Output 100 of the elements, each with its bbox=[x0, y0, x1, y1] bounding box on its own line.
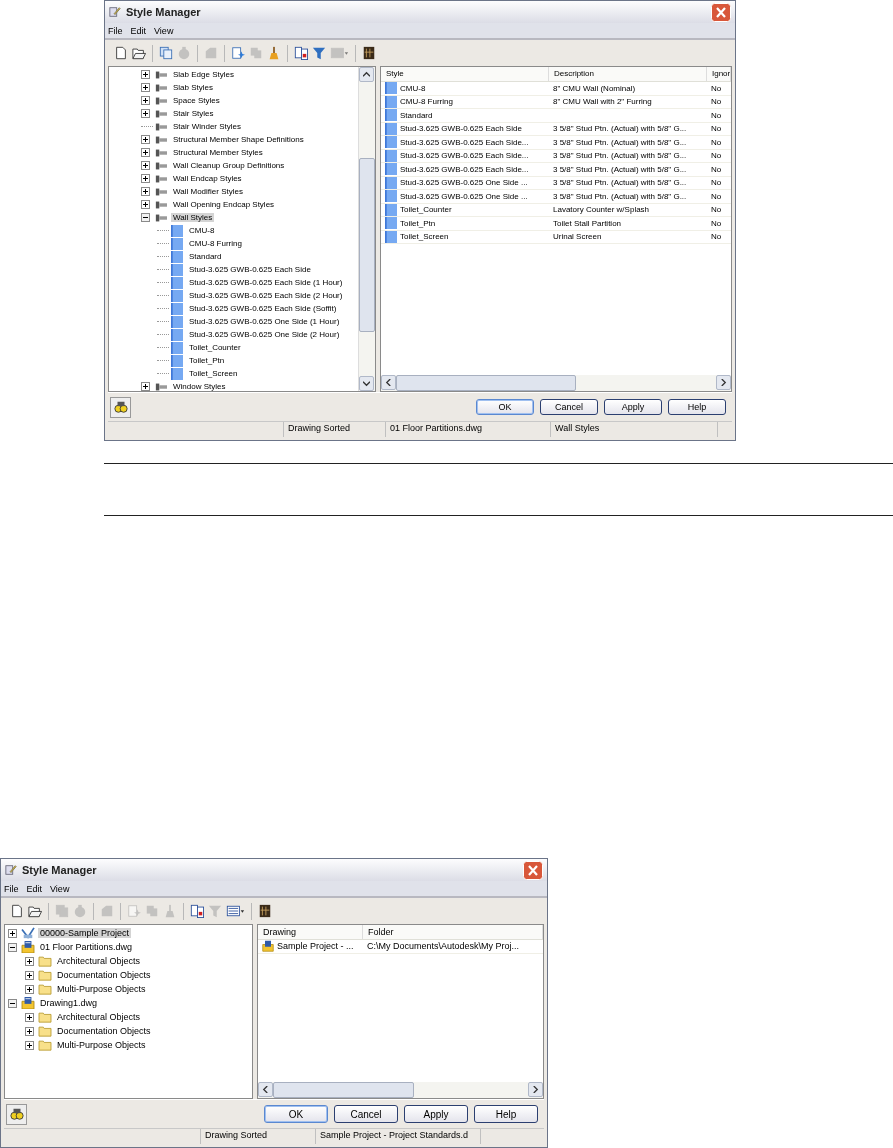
menu-item[interactable]: Edit bbox=[130, 25, 147, 36]
dialog-button[interactable]: Help bbox=[668, 399, 726, 415]
list-view-icon[interactable] bbox=[226, 904, 245, 918]
grid-book-icon[interactable] bbox=[362, 46, 376, 60]
tree-item[interactable]: Wall Modifier Styles bbox=[171, 187, 245, 196]
tree-item[interactable]: Stair Winder Styles bbox=[171, 122, 244, 131]
menu-item[interactable]: File bbox=[4, 883, 19, 894]
expand-toggle[interactable] bbox=[25, 1026, 34, 1036]
tree-item[interactable]: CMU-8 bbox=[187, 226, 217, 235]
tree-item[interactable]: Stud-3.625 GWB-0.625 One Side (2 Hour) bbox=[187, 330, 342, 339]
expand-toggle[interactable] bbox=[25, 1012, 34, 1022]
table-cell: Stud-3.625 GWB-0.625 Each Side bbox=[400, 124, 522, 134]
column-header[interactable]: Style bbox=[381, 67, 549, 81]
table-cell: Stud-3.625 GWB-0.625 One Side ... bbox=[400, 191, 528, 201]
column-header[interactable]: Folder bbox=[363, 925, 543, 939]
compare-pages-icon[interactable] bbox=[190, 904, 204, 918]
menu-item[interactable]: View bbox=[154, 25, 174, 36]
tree-item[interactable]: Wall Cleanup Group Definitions bbox=[171, 161, 287, 170]
open-folder-icon[interactable] bbox=[132, 46, 146, 60]
tree-item[interactable]: Stud-3.625 GWB-0.625 Each Side (1 Hour) bbox=[187, 278, 345, 287]
menu-item[interactable]: View bbox=[50, 883, 70, 894]
tree-item[interactable]: Toilet_Screen bbox=[187, 369, 240, 378]
funnel-icon[interactable] bbox=[312, 46, 326, 60]
new-document-icon[interactable] bbox=[114, 46, 128, 60]
tree-item[interactable]: Stud-3.625 GWB-0.625 Each Side (2 Hour) bbox=[187, 291, 345, 300]
column-header[interactable]: Ignor bbox=[707, 67, 731, 81]
tree-item[interactable]: Structural Member Styles bbox=[171, 148, 265, 157]
expand-toggle[interactable] bbox=[25, 984, 34, 994]
copy-icon[interactable] bbox=[159, 46, 173, 60]
tree-item[interactable]: Slab Edge Styles bbox=[171, 70, 236, 79]
sparkle-page-icon[interactable] bbox=[231, 46, 245, 60]
binoculars-button[interactable] bbox=[110, 396, 131, 418]
close-button[interactable] bbox=[711, 2, 731, 22]
expand-toggle[interactable] bbox=[141, 148, 150, 157]
expand-toggle[interactable] bbox=[141, 187, 150, 196]
expand-toggle[interactable] bbox=[141, 70, 150, 79]
open-folder-icon[interactable] bbox=[28, 904, 42, 918]
expand-toggle[interactable] bbox=[8, 928, 17, 938]
expand-toggle[interactable] bbox=[141, 135, 150, 144]
tree-item[interactable]: Structural Member Shape Definitions bbox=[171, 135, 306, 144]
tree-item[interactable]: Architectural Objects bbox=[55, 956, 143, 966]
tree-item[interactable]: Documentation Objects bbox=[55, 970, 153, 980]
grid-book-icon[interactable] bbox=[258, 904, 272, 918]
dialog-button[interactable]: Cancel bbox=[540, 399, 598, 415]
expand-toggle[interactable] bbox=[141, 109, 150, 118]
dialog-button[interactable]: OK bbox=[264, 1105, 328, 1123]
dialog-button[interactable]: OK bbox=[476, 399, 534, 415]
expand-toggle[interactable] bbox=[141, 200, 150, 209]
expand-toggle[interactable] bbox=[141, 83, 150, 92]
tree-item[interactable]: Drawing1.dwg bbox=[38, 998, 100, 1008]
expand-toggle[interactable] bbox=[141, 96, 150, 105]
dialog-button[interactable]: Help bbox=[474, 1105, 538, 1123]
tree-item[interactable]: Toilet_Ptn bbox=[187, 356, 227, 365]
new-document-icon[interactable] bbox=[10, 904, 24, 918]
expand-toggle[interactable] bbox=[8, 942, 17, 952]
expand-toggle[interactable] bbox=[25, 1040, 34, 1050]
table-cell: 3 5/8" Stud Ptn. (Actual) with 5/8" G... bbox=[553, 164, 687, 174]
expand-toggle[interactable] bbox=[141, 161, 150, 170]
tree-item[interactable]: Wall Styles bbox=[171, 213, 215, 222]
compare-pages-icon[interactable] bbox=[294, 46, 308, 60]
project-icon bbox=[21, 927, 35, 939]
dialog-button[interactable]: Cancel bbox=[334, 1105, 398, 1123]
tree-item[interactable]: Toilet_Counter bbox=[187, 343, 243, 352]
expand-toggle[interactable] bbox=[8, 998, 17, 1008]
tree-item[interactable]: Stud-3.625 GWB-0.625 Each Side bbox=[187, 265, 313, 274]
column-header[interactable]: Description bbox=[549, 67, 707, 81]
close-button[interactable] bbox=[523, 860, 543, 880]
tree-item[interactable]: Space Styles bbox=[171, 96, 222, 105]
menu-item[interactable]: Edit bbox=[26, 883, 43, 894]
column-header[interactable]: Drawing bbox=[258, 925, 363, 939]
tree-item[interactable]: Wall Endcap Styles bbox=[171, 174, 244, 183]
tree-item[interactable]: Standard bbox=[187, 252, 224, 261]
menu-item[interactable]: File bbox=[108, 25, 123, 36]
expand-toggle[interactable] bbox=[141, 382, 150, 391]
tree-item[interactable]: 01 Floor Partitions.dwg bbox=[38, 942, 135, 952]
expand-toggle[interactable] bbox=[141, 174, 150, 183]
tree-item[interactable]: Stair Styles bbox=[171, 109, 216, 118]
tree-item[interactable]: Stud-3.625 GWB-0.625 One Side (1 Hour) bbox=[187, 317, 342, 326]
binoculars-button[interactable] bbox=[6, 1103, 27, 1125]
broom-icon[interactable] bbox=[267, 46, 281, 60]
tree-item[interactable]: Multi-Purpose Objects bbox=[55, 1040, 148, 1050]
tree-item[interactable]: Stud-3.625 GWB-0.625 Each Side (Soffit) bbox=[187, 304, 339, 313]
tree-item[interactable]: CMU-8 Furring bbox=[187, 239, 244, 248]
dialog-button[interactable]: Apply bbox=[604, 399, 662, 415]
tree-item[interactable]: Multi-Purpose Objects bbox=[55, 984, 148, 994]
tree-item[interactable]: Documentation Objects bbox=[55, 1026, 153, 1036]
style-swatch-icon bbox=[170, 224, 184, 237]
expand-toggle[interactable] bbox=[141, 213, 150, 222]
vertical-scrollbar[interactable] bbox=[358, 67, 375, 391]
tree-item[interactable]: Slab Styles bbox=[171, 83, 216, 92]
expand-toggle[interactable] bbox=[25, 956, 34, 966]
dialog-button[interactable]: Apply bbox=[404, 1105, 468, 1123]
tree-item[interactable]: Architectural Objects bbox=[55, 1012, 143, 1022]
tree-item[interactable]: Wall Opening Endcap Styles bbox=[171, 200, 277, 209]
tree-item[interactable]: Window Styles bbox=[171, 382, 228, 391]
expand-toggle[interactable] bbox=[25, 970, 34, 980]
horizontal-scrollbar[interactable] bbox=[381, 375, 731, 391]
table-cell: Toilet_Counter bbox=[400, 205, 452, 215]
horizontal-scrollbar[interactable] bbox=[258, 1082, 543, 1098]
tree-item[interactable]: 00000-Sample Project bbox=[38, 928, 132, 938]
